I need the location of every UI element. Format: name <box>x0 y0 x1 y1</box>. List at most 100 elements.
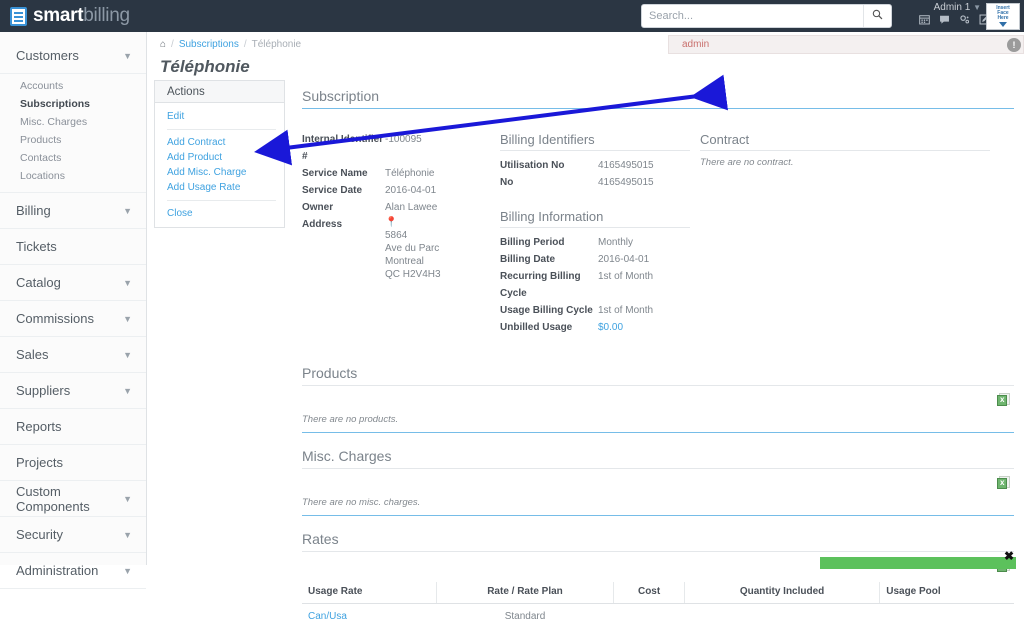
misc-charges-empty-text: There are no misc. charges. <box>302 497 1014 516</box>
sidebar-item-misc-charges[interactable]: Misc. Charges <box>20 113 146 131</box>
rates-column-header: Usage Pool <box>880 582 1014 604</box>
global-search[interactable] <box>641 4 892 28</box>
search-icon <box>872 9 883 20</box>
settings-gear-icon[interactable] <box>959 14 970 25</box>
products-empty-text: There are no products. <box>302 414 1014 433</box>
sidebar-group-custom-components[interactable]: Custom Components▼ <box>0 481 146 517</box>
sidebar-group-sales[interactable]: Sales▼ <box>0 337 146 373</box>
alert-banner: admin ! <box>668 35 1024 54</box>
alert-close-icon[interactable]: ! <box>1007 38 1021 52</box>
sidebar-group-reports[interactable]: Reports <box>0 409 146 445</box>
sidebar-group-label: Catalog <box>16 275 61 290</box>
action-add-product[interactable]: Add Product <box>155 150 284 165</box>
rates-column-header: Quantity Included <box>684 582 879 604</box>
products-section-title: Products <box>302 365 1014 386</box>
sidebar-nav: Customers▼ AccountsSubscriptionsMisc. Cha… <box>0 32 147 565</box>
avatar[interactable]: Insert Face Here <box>986 3 1020 30</box>
rates-section-title: Rates <box>302 531 1014 552</box>
header-icon-group <box>919 14 990 25</box>
subscription-detail-value: 2016-04-01 <box>385 182 436 199</box>
sidebar-group-security[interactable]: Security▼ <box>0 517 146 553</box>
sidebar-item-contacts[interactable]: Contacts <box>20 149 146 167</box>
breadcrumb-separator-2: / <box>244 39 247 50</box>
rates-column-header: Cost <box>614 582 685 604</box>
breadcrumb-item-subscriptions[interactable]: Subscriptions <box>179 39 239 50</box>
sidebar-group-suppliers[interactable]: Suppliers▼ <box>0 373 146 409</box>
billing-information-value[interactable]: $0.00 <box>598 319 623 336</box>
chevron-down-icon: ▼ <box>123 386 132 396</box>
rates-cell[interactable]: Can/Usa <box>302 604 436 629</box>
billing-column: Billing Identifiers Utilisation No416549… <box>500 131 690 336</box>
billing-identifiers-title: Billing Identifiers <box>500 132 690 151</box>
billing-identifier-label: No <box>500 174 598 191</box>
action-close[interactable]: Close <box>155 206 284 221</box>
toast-close-icon[interactable]: ✖ <box>1004 550 1014 562</box>
actions-divider <box>167 200 276 201</box>
sidebar-item-subscriptions[interactable]: Subscriptions <box>20 95 146 113</box>
contract-column: Contract There are no contract. <box>690 131 990 336</box>
subscription-details: Internal Identifier #-100095Service Name… <box>302 131 500 336</box>
address-label: Address <box>302 216 385 233</box>
app-logo[interactable]: smartbilling <box>0 5 150 27</box>
sidebar-group-administration[interactable]: Administration▼ <box>0 553 146 589</box>
address-line: Ave du Parc <box>385 242 441 255</box>
action-add-contract[interactable]: Add Contract <box>155 135 284 150</box>
excel-export-icon-misc-charges[interactable] <box>997 476 1010 490</box>
sidebar-group-commissions[interactable]: Commissions▼ <box>0 301 146 337</box>
sidebar-group-tickets[interactable]: Tickets <box>0 229 146 265</box>
rates-usage-rate-link[interactable]: Can/Usa <box>308 611 347 622</box>
sidebar-group-label: Reports <box>16 419 62 434</box>
logo-text-primary: smart <box>33 5 83 27</box>
misc-charges-section-title: Misc. Charges <box>302 448 1014 469</box>
sidebar-group-label: Tickets <box>16 239 57 254</box>
subscription-detail-value: Téléphonie <box>385 165 434 182</box>
chevron-down-icon: ▼ <box>123 350 132 360</box>
sidebar-group-label: Administration <box>16 563 98 578</box>
subscription-detail-label: Internal Identifier # <box>302 131 385 165</box>
billing-identifier-label: Utilisation No <box>500 157 598 174</box>
rates-cell <box>880 604 1014 629</box>
rates-table-header-row: Usage RateRate / Rate PlanCostQuantity I… <box>302 582 1014 604</box>
document-icon <box>10 7 27 26</box>
billing-information-row: Usage Billing Cycle1st of Month <box>500 302 690 319</box>
sidebar-group-projects[interactable]: Projects <box>0 445 146 481</box>
search-button[interactable] <box>863 5 891 27</box>
calendar-icon[interactable] <box>919 14 930 25</box>
subscription-detail-row: Internal Identifier #-100095 <box>302 131 500 165</box>
chevron-down-icon: ▼ <box>123 51 132 61</box>
actions-panel: Actions EditAdd ContractAdd ProductAdd M… <box>154 80 285 228</box>
billing-information-row: Billing PeriodMonthly <box>500 234 690 251</box>
sidebar-group-label: Commissions <box>16 311 94 326</box>
home-icon[interactable]: ⌂ <box>160 39 166 50</box>
user-menu[interactable]: Admin 1 ▼ <box>934 2 981 13</box>
chevron-down-icon: ▼ <box>123 278 132 288</box>
sidebar-item-products[interactable]: Products <box>20 131 146 149</box>
rates-column-header: Rate / Rate Plan <box>436 582 614 604</box>
alert-text: admin <box>682 39 709 50</box>
action-add-misc-charge[interactable]: Add Misc. Charge <box>155 165 284 180</box>
address-row: Address 📍 5864Ave du ParcMontrealQC H2V4… <box>302 216 500 281</box>
sidebar-item-accounts[interactable]: Accounts <box>20 77 146 95</box>
billing-information-label: Usage Billing Cycle <box>500 302 598 319</box>
search-input[interactable] <box>642 5 863 27</box>
billing-identifier-row: No4165495015 <box>500 174 690 191</box>
action-add-usage-rate[interactable]: Add Usage Rate <box>155 180 284 195</box>
contract-title: Contract <box>700 132 990 151</box>
sidebar-item-locations[interactable]: Locations <box>20 167 146 185</box>
breadcrumb-item-current: Téléphonie <box>252 39 301 50</box>
billing-information-value: 1st of Month <box>598 268 653 302</box>
sidebar-group-catalog[interactable]: Catalog ▼ <box>0 265 146 301</box>
sidebar-group-customers[interactable]: Customers▼ <box>0 38 146 74</box>
table-row: Can/UsaStandard <box>302 604 1014 629</box>
chevron-down-icon: ▼ <box>123 206 132 216</box>
sidebar-group-billing[interactable]: Billing▼ <box>0 193 146 229</box>
subscription-detail-row: Service Date2016-04-01 <box>302 182 500 199</box>
billing-information-row: Recurring Billing Cycle1st of Month <box>500 268 690 302</box>
address-value: 📍 5864Ave du ParcMontrealQC H2V4H3 <box>385 216 441 281</box>
subscription-detail-row: Service NameTéléphonie <box>302 165 500 182</box>
action-edit[interactable]: Edit <box>155 109 284 124</box>
address-line: Montreal <box>385 255 441 268</box>
address-line: 5864 <box>385 229 441 242</box>
excel-export-icon-products[interactable] <box>997 393 1010 407</box>
chat-icon[interactable] <box>939 14 950 25</box>
